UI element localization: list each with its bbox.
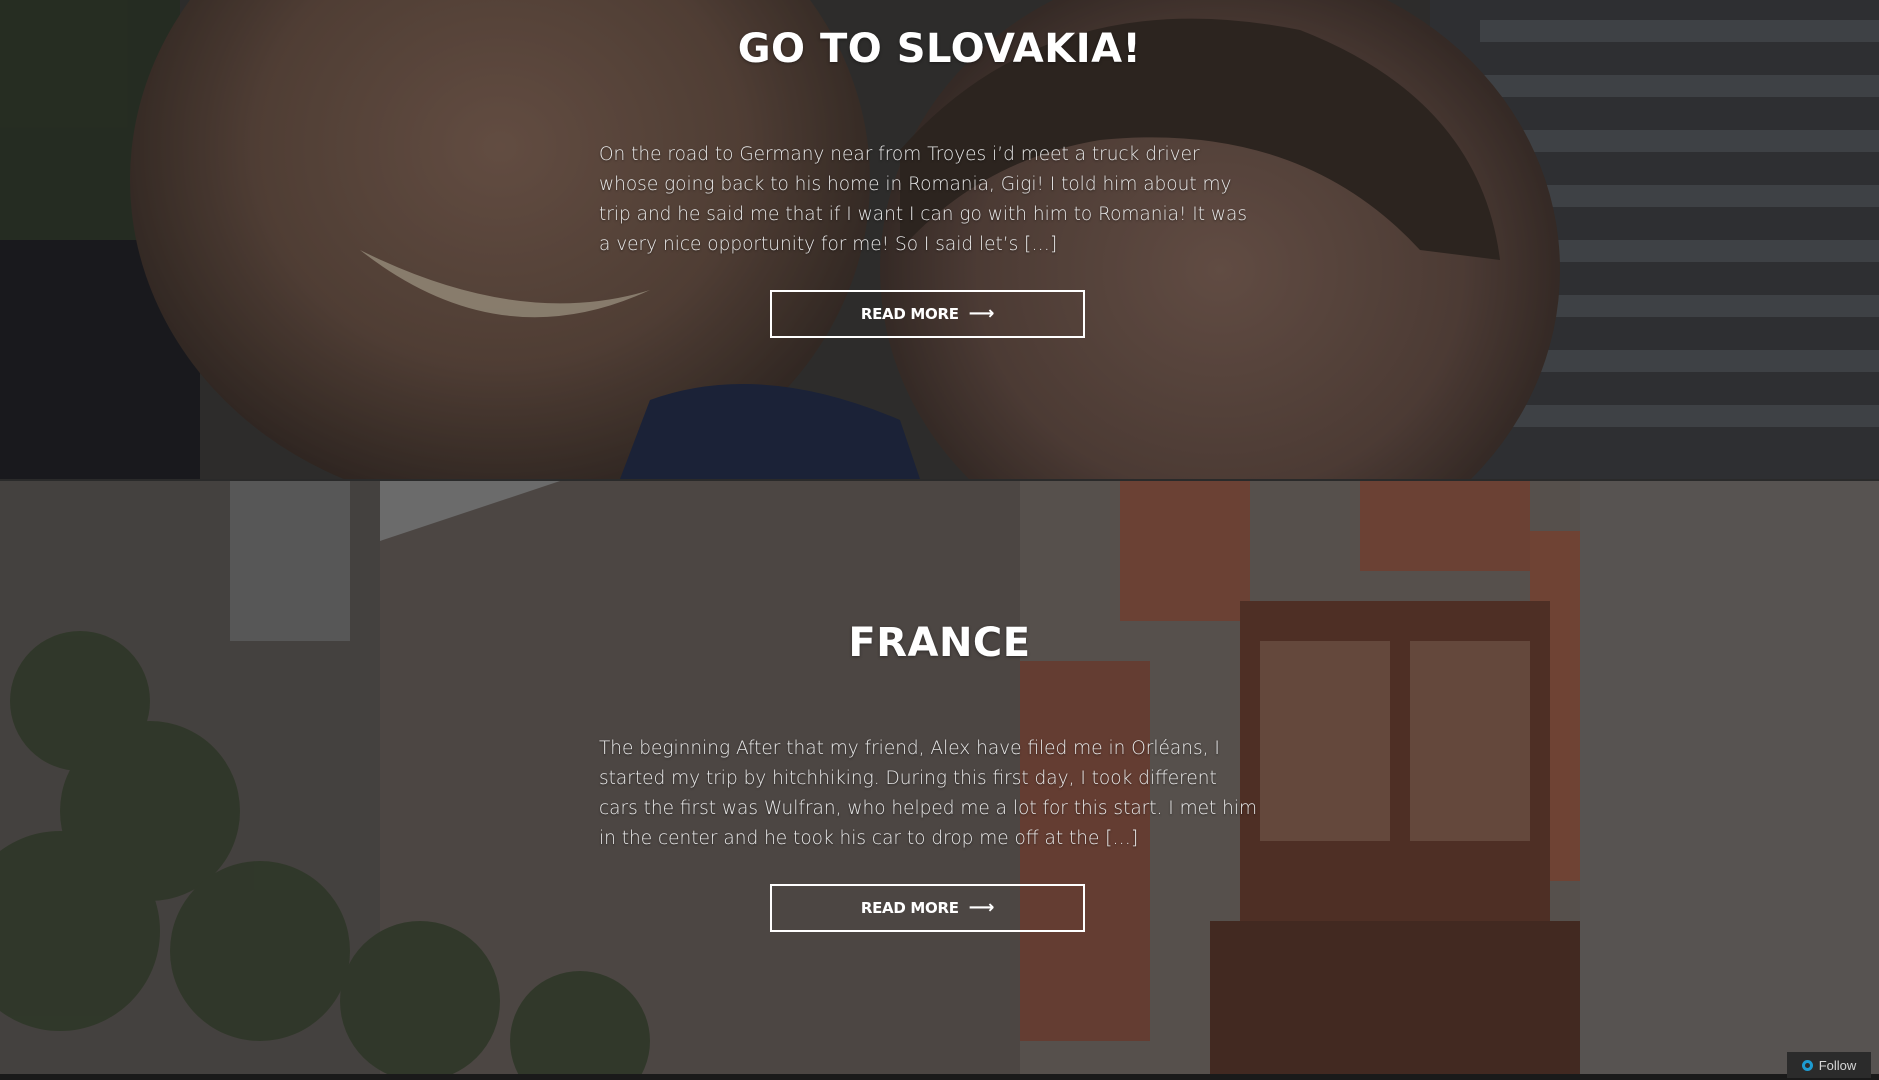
follow-button[interactable]: Follow bbox=[1787, 1052, 1871, 1078]
read-more-label: READ MORE bbox=[860, 899, 959, 917]
follow-label: Follow bbox=[1818, 1057, 1857, 1073]
post-title[interactable]: GO TO SLOVAKIA! bbox=[0, 26, 1879, 72]
post-excerpt: The beginning After that my friend, Alex… bbox=[599, 738, 1258, 849]
arrow-right-icon: ⟶ bbox=[968, 303, 995, 324]
post-excerpt: On the road to Germany near from Troyes … bbox=[599, 144, 1247, 255]
follow-icon bbox=[1801, 1059, 1813, 1071]
arrow-right-icon: ⟶ bbox=[968, 897, 995, 918]
blog-page: GO TO SLOVAKIA! On the road to Germany n… bbox=[0, 0, 1879, 1080]
post-content: FRANCE The beginning After that my frien… bbox=[0, 481, 1879, 1074]
read-more-label: READ MORE bbox=[860, 305, 959, 323]
bottom-bar bbox=[0, 1074, 1879, 1080]
post-card-france: FRANCE The beginning After that my frien… bbox=[0, 481, 1879, 1074]
post-content: GO TO SLOVAKIA! On the road to Germany n… bbox=[0, 0, 1879, 479]
read-more-button[interactable]: READ MORE ⟶ bbox=[770, 884, 1085, 932]
read-more-button[interactable]: READ MORE ⟶ bbox=[770, 290, 1085, 338]
post-card-slovakia: GO TO SLOVAKIA! On the road to Germany n… bbox=[0, 0, 1879, 479]
post-title[interactable]: FRANCE bbox=[0, 620, 1879, 666]
